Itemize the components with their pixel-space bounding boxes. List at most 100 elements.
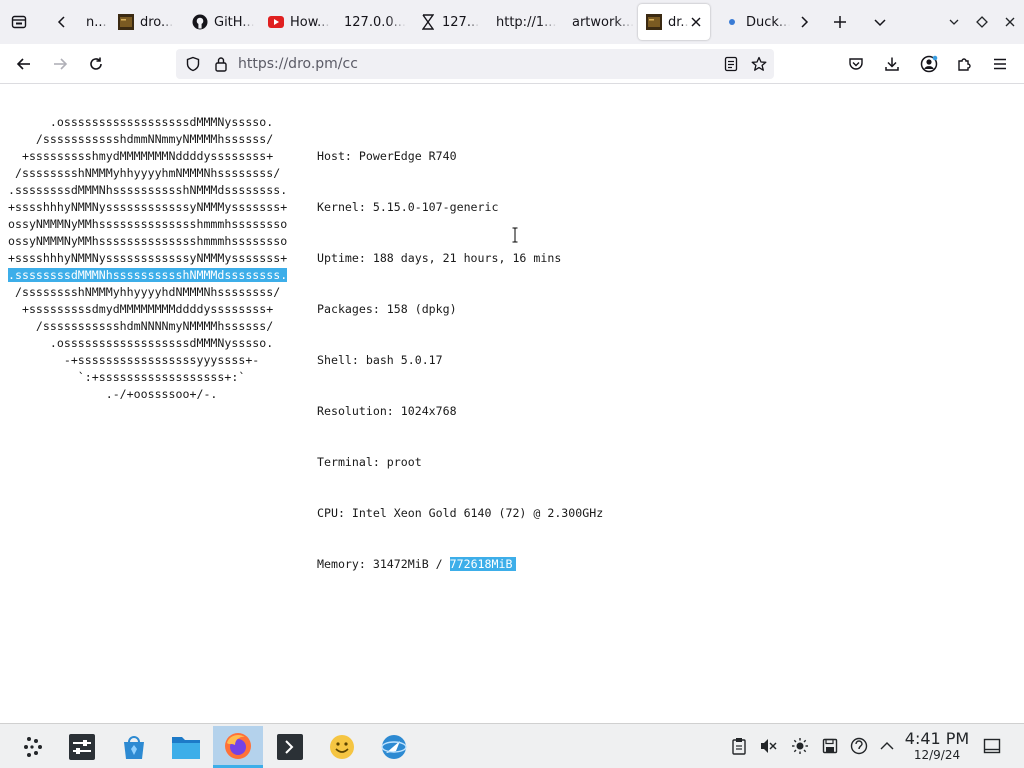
- terminal-icon: [277, 734, 303, 760]
- system-settings-icon: [69, 734, 95, 760]
- taskbar-web-browser[interactable]: [369, 726, 419, 768]
- download-icon: [885, 57, 899, 71]
- shell-line: Shell: bash 5.0.17: [317, 353, 443, 367]
- tab-9[interactable]: Duck...: [716, 4, 790, 40]
- packages-line: Packages: 158 (dpkg): [317, 302, 457, 316]
- clock-time[interactable]: 4:41 PM: [903, 729, 971, 748]
- app-menu-button[interactable]: [986, 50, 1014, 78]
- tray-volume[interactable]: [758, 736, 778, 756]
- uptime-line: Uptime: 188 days, 21 hours, 16 mins: [317, 251, 562, 265]
- updates-icon: [850, 737, 868, 755]
- pocket-button[interactable]: [842, 50, 870, 78]
- ascii-line: +sssshhhyNMMNyssssssssssssyNMMMysssssss+: [8, 200, 288, 214]
- ascii-line: +sssssssssdmydMMMMMMMMddddyssssssss+: [8, 302, 274, 316]
- tab-8-active[interactable]: dr...: [638, 4, 710, 40]
- ascii-line: /sssssssshNMMMyhhyyyyhdNMMMNhssssssss/: [8, 285, 281, 299]
- brightness-icon: [792, 738, 808, 754]
- tracking-protection-shield-icon[interactable]: [184, 55, 202, 73]
- tab-title: dr...: [668, 14, 688, 30]
- tray-clipboard[interactable]: [729, 736, 749, 756]
- clipboard-icon: [732, 738, 746, 755]
- host-line: Host: PowerEdge R740: [317, 149, 457, 163]
- taskbar-firefox[interactable]: [213, 726, 263, 768]
- close-icon: [691, 17, 701, 27]
- show-desktop-icon: [983, 738, 1001, 754]
- navigation-toolbar: https://dro.pm/cc: [0, 44, 1024, 84]
- close-icon: [1005, 17, 1015, 27]
- forward-button[interactable]: [46, 50, 74, 78]
- web-browser-icon: [381, 735, 407, 759]
- tab-1[interactable]: dro...: [110, 4, 176, 40]
- bookmark-star-button[interactable]: [750, 55, 768, 73]
- new-tab-button[interactable]: [826, 6, 854, 38]
- ascii-line: /sssssssshNMMMyhhyyyyhmNMMMNhssssssss/: [8, 166, 281, 180]
- discover-store-icon: [124, 736, 144, 759]
- reload-icon: [90, 57, 102, 70]
- clock-date[interactable]: 12/9/24: [903, 748, 971, 762]
- firefox-view-icon: [11, 15, 27, 29]
- window-close-button[interactable]: [996, 6, 1024, 38]
- url-bar[interactable]: https://dro.pm/cc: [176, 49, 774, 79]
- volume-muted-icon: [761, 739, 777, 753]
- show-desktop-button[interactable]: [982, 736, 1002, 756]
- close-tab-button[interactable]: [688, 14, 704, 30]
- ascii-line: -+sssssssssssssssssyyyssss+-: [8, 353, 260, 367]
- url-text[interactable]: https://dro.pm/cc: [238, 56, 358, 72]
- youtube-favicon: [268, 14, 284, 30]
- ascii-line: +ssssssssshmydMMMMMMMNddddyssssssss+: [8, 149, 274, 163]
- memory-prefix: Memory: 31472MiB /: [317, 557, 450, 571]
- ascii-line: /ssssssssssshdmNNNNmyNMMMMhssssss/: [8, 319, 274, 333]
- ascii-line: .ssssssssdMMMNhsssssssssshNMMMdssssssss.: [8, 267, 288, 284]
- chevron-left-icon: [57, 16, 65, 28]
- downloads-button[interactable]: [878, 50, 906, 78]
- tray-storage[interactable]: [820, 736, 840, 756]
- chevron-right-icon: [801, 16, 809, 28]
- page-content: .ossssssssssssssssssdMMMNysssso. /ssssss…: [0, 85, 1024, 723]
- scroll-tabs-left-button[interactable]: [48, 6, 76, 38]
- reload-button[interactable]: [82, 50, 110, 78]
- tab-strip: n... dro... GitH... How... 127.0.0... 12…: [0, 0, 1024, 44]
- tab-0[interactable]: n...: [78, 4, 114, 40]
- account-button[interactable]: [915, 50, 943, 78]
- tab-7[interactable]: artwork...: [564, 4, 634, 40]
- tab-4[interactable]: 127.0.0...: [336, 4, 408, 40]
- tab-5[interactable]: 127...: [412, 4, 482, 40]
- tab-3[interactable]: How...: [260, 4, 332, 40]
- tab-6[interactable]: http://1...: [488, 4, 558, 40]
- tray-brightness[interactable]: [790, 736, 810, 756]
- tab-title: http://1...: [496, 14, 557, 30]
- taskbar-discover[interactable]: [109, 726, 159, 768]
- cpu-line: CPU: Intel Xeon Gold 6140 (72) @ 2.300GH…: [317, 506, 604, 520]
- dot-icon: [724, 14, 740, 30]
- tray-expand-button[interactable]: [877, 736, 897, 756]
- firefox-view-button[interactable]: [5, 6, 33, 38]
- scroll-tabs-right-button[interactable]: [790, 6, 818, 38]
- ascii-line: `:+ssssssssssssssssss+:`: [8, 370, 246, 384]
- account-icon: [920, 55, 938, 73]
- puzzle-piece-icon: [958, 58, 971, 71]
- taskbar-system-settings[interactable]: [57, 726, 107, 768]
- taskbar-terminal[interactable]: [265, 726, 315, 768]
- lock-icon[interactable]: [212, 55, 230, 73]
- app-launcher-button[interactable]: [8, 726, 58, 768]
- reader-view-button[interactable]: [722, 55, 740, 73]
- minimize-icon: [949, 19, 959, 25]
- tab-title: 127.0.0...: [344, 14, 407, 30]
- window-maximize-button[interactable]: [968, 6, 996, 38]
- system-info: Host: PowerEdge R740 Kernel: 5.15.0-107-…: [317, 114, 603, 607]
- tab-title: Duck...: [746, 14, 790, 30]
- smiley-app-icon: [330, 735, 354, 759]
- tab-title: artwork...: [572, 14, 634, 30]
- window-minimize-button[interactable]: [940, 6, 968, 38]
- extensions-button[interactable]: [950, 50, 978, 78]
- taskbar-file-manager[interactable]: [161, 726, 211, 768]
- memory-line: Memory: 31472MiB / 772618MiB: [317, 556, 603, 573]
- tab-title: n...: [86, 14, 107, 30]
- tab-2[interactable]: GitH...: [184, 4, 254, 40]
- taskbar-smiley-app[interactable]: [317, 726, 367, 768]
- app-launcher-icon: [24, 737, 42, 757]
- list-all-tabs-button[interactable]: [866, 6, 894, 38]
- tray-updates[interactable]: [849, 736, 869, 756]
- github-icon: [192, 14, 208, 30]
- back-button[interactable]: [10, 50, 38, 78]
